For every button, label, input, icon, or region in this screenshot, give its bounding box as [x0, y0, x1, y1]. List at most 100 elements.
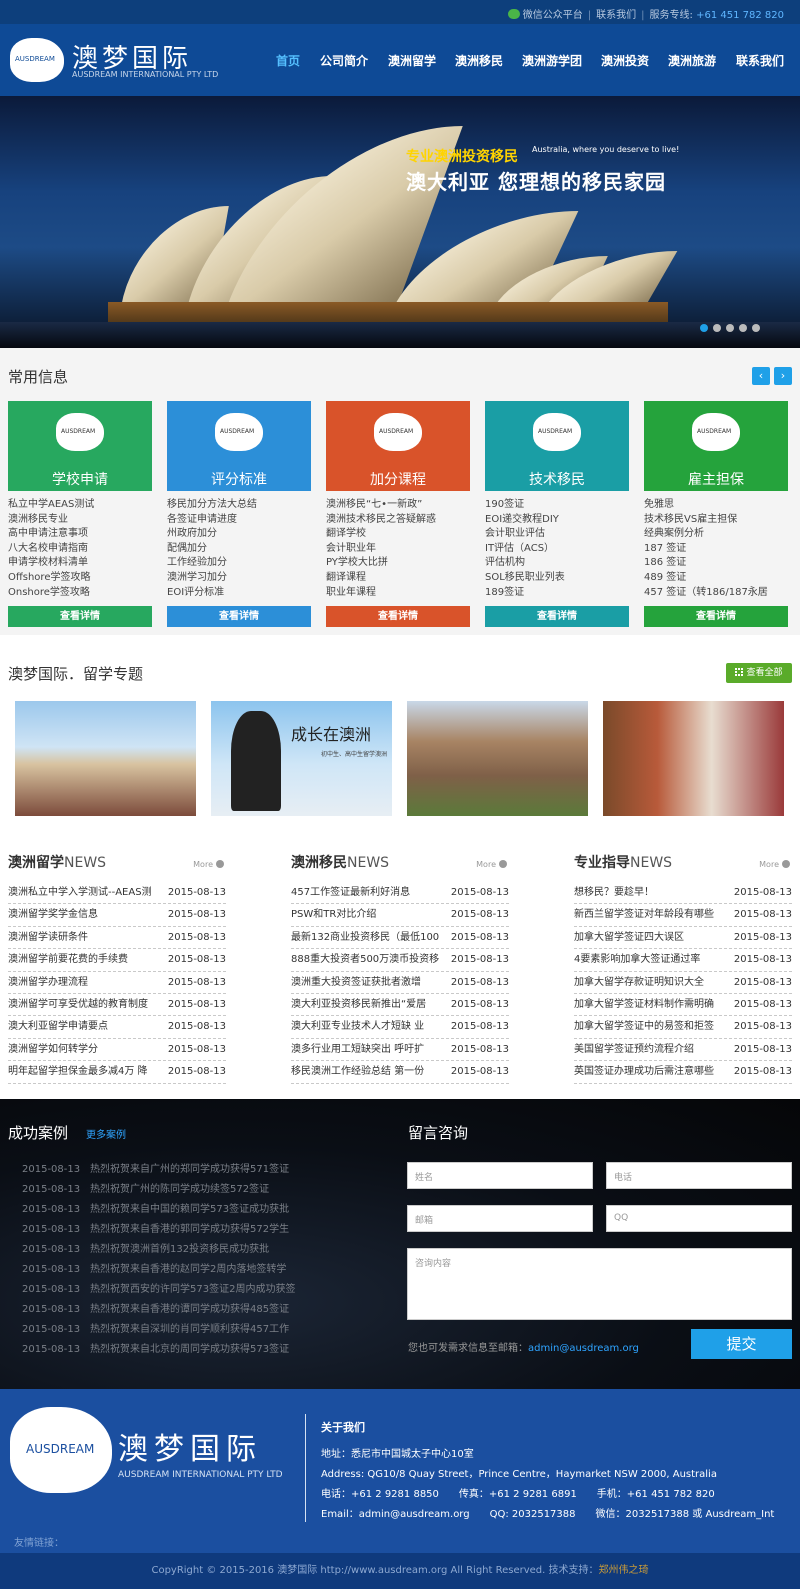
news-item[interactable]: 加拿大留学签证中的易签和拒签 2015-08-13 — [574, 1016, 792, 1039]
card-link[interactable]: 457 签证（转186/187永居 — [644, 586, 788, 601]
card-link[interactable]: 186 签证 — [644, 556, 788, 571]
study-photo-graduate[interactable]: 成长在澳洲 初中生、高中生留学澳洲 — [211, 701, 392, 816]
news-item[interactable]: 澳大利亚留学申请要点 2015-08-13 — [8, 1016, 226, 1039]
case-item[interactable]: 2015-08-13 热烈祝贺来自广州的郑同学成功获得571签证 — [22, 1160, 289, 1175]
view-details-button[interactable]: 查看详情 — [167, 606, 311, 627]
news-item[interactable]: 澳多行业用工短缺突出 呼吁扩 2015-08-13 — [291, 1039, 509, 1062]
card-link[interactable]: 各签证申请进度 — [167, 513, 311, 528]
card-link[interactable]: 经典案例分析 — [644, 527, 788, 542]
qq-field[interactable]: QQ — [606, 1205, 792, 1232]
news-item[interactable]: 移民澳洲工作经验总结 第一份 2015-08-13 — [291, 1061, 509, 1084]
case-item[interactable]: 2015-08-13 热烈祝贺西安的许同学573签证2周内成功获签 — [22, 1280, 295, 1295]
case-item[interactable]: 2015-08-13 热烈祝贺来自北京的周同学成功获得573签证 — [22, 1340, 289, 1355]
news-item[interactable]: 加拿大留学存款证明知识大全 2015-08-13 — [574, 972, 792, 994]
slider-dot[interactable] — [739, 324, 747, 332]
card-link[interactable]: 州政府加分 — [167, 527, 311, 542]
news-item[interactable]: 澳洲留学奖学金信息 2015-08-13 — [8, 904, 226, 927]
news-item[interactable]: 888重大投资者500万澳币投资移 2015-08-13 — [291, 949, 509, 972]
message-email-link[interactable]: admin@ausdream.org — [528, 1343, 639, 1354]
card-link[interactable]: Offshore学签攻略 — [8, 571, 152, 586]
nav-home[interactable]: 首页 — [276, 52, 300, 69]
card-link[interactable]: 私立中学AEAS测试 — [8, 498, 152, 513]
view-details-button[interactable]: 查看详情 — [326, 606, 470, 627]
news-item[interactable]: 英国签证办理成功后需注意哪些 2015-08-13 — [574, 1061, 792, 1084]
news-item[interactable]: 美国留学签证预约流程介绍 2015-08-13 — [574, 1039, 792, 1062]
card-link[interactable]: 翻译学校 — [326, 527, 470, 542]
card-header[interactable]: AUSDREAM 评分标准 — [167, 401, 311, 491]
news-item[interactable]: 澳洲留学前要花费的手续费 2015-08-13 — [8, 949, 226, 972]
news-item[interactable]: 最新132商业投资移民（最低100 2015-08-13 — [291, 927, 509, 950]
case-item[interactable]: 2015-08-13 热烈祝贺来自中国的赖同学573签证成功获批 — [22, 1200, 289, 1215]
card-link[interactable]: 190签证 — [485, 498, 629, 513]
info-prev-button[interactable]: ‹ — [752, 367, 770, 385]
card-link[interactable]: 翻译课程 — [326, 571, 470, 586]
tech-support-link[interactable]: 郑州伟之琦 — [599, 1565, 649, 1576]
email-field[interactable]: 邮箱 — [407, 1205, 593, 1232]
news-item[interactable]: 澳大利亚投资移民新推出“爱居 2015-08-13 — [291, 994, 509, 1017]
nav-about[interactable]: 公司简介 — [320, 52, 368, 69]
nav-study[interactable]: 澳洲留学 — [388, 52, 436, 69]
card-header[interactable]: AUSDREAM 雇主担保 — [644, 401, 788, 491]
news-item[interactable]: 加拿大留学签证四大误区 2015-08-13 — [574, 927, 792, 950]
news-item[interactable]: 澳洲留学可享受优越的教育制度 2015-08-13 — [8, 994, 226, 1017]
nav-contact[interactable]: 联系我们 — [736, 52, 784, 69]
card-link[interactable]: PY学校大比拼 — [326, 556, 470, 571]
news-study-more[interactable]: More — [193, 860, 224, 869]
card-link[interactable]: 澳洲技术移民之答疑解惑 — [326, 513, 470, 528]
card-link[interactable]: IT评估（ACS） — [485, 542, 629, 557]
card-link[interactable]: 评估机构 — [485, 556, 629, 571]
card-link[interactable]: 工作经验加分 — [167, 556, 311, 571]
card-header[interactable]: AUSDREAM 加分课程 — [326, 401, 470, 491]
news-item[interactable]: 想移民？要趁早！ 2015-08-13 — [574, 882, 792, 905]
card-link[interactable]: 八大名校申请指南 — [8, 542, 152, 557]
news-item[interactable]: 新西兰留学签证对年龄段有哪些 2015-08-13 — [574, 904, 792, 927]
card-link[interactable]: EOI评分标准 — [167, 586, 311, 601]
news-item[interactable]: 澳洲留学办理流程 2015-08-13 — [8, 972, 226, 994]
card-link[interactable]: 配偶加分 — [167, 542, 311, 557]
card-link[interactable]: 澳洲移民专业 — [8, 513, 152, 528]
card-link[interactable]: 免雅思 — [644, 498, 788, 513]
cases-more-link[interactable]: 更多案例 — [86, 1126, 126, 1141]
news-item[interactable]: 4要素影响加拿大签证通过率 2015-08-13 — [574, 949, 792, 972]
view-details-button[interactable]: 查看详情 — [644, 606, 788, 627]
study-photo-students[interactable] — [15, 701, 196, 816]
card-link[interactable]: 移民加分方法大总结 — [167, 498, 311, 513]
card-link[interactable]: 会计职业评估 — [485, 527, 629, 542]
card-link[interactable]: 489 签证 — [644, 571, 788, 586]
news-guidance-more[interactable]: More — [759, 860, 790, 869]
card-link[interactable]: EOI递交教程DIY — [485, 513, 629, 528]
news-item[interactable]: 澳大利亚专业技术人才短缺 业 2015-08-13 — [291, 1016, 509, 1039]
study-photo-university[interactable] — [407, 701, 588, 816]
news-item[interactable]: 澳洲重大投资签证获批者激增 2015-08-13 — [291, 972, 509, 994]
news-item[interactable]: 澳洲留学如何转学分 2015-08-13 — [8, 1039, 226, 1062]
card-link[interactable]: 职业年课程 — [326, 586, 470, 601]
nav-study-tour[interactable]: 澳洲游学团 — [522, 52, 582, 69]
card-link[interactable]: SOL移民职业列表 — [485, 571, 629, 586]
submit-button[interactable]: 提交 — [691, 1329, 792, 1359]
nav-immigration[interactable]: 澳洲移民 — [455, 52, 503, 69]
case-item[interactable]: 2015-08-13 热烈祝贺澳洲首例132投资移民成功获批 — [22, 1240, 269, 1255]
study-photo-classroom[interactable] — [603, 701, 784, 816]
case-item[interactable]: 2015-08-13 热烈祝贺来自深圳的肖同学顺利获得457工作 — [22, 1320, 289, 1335]
news-item[interactable]: 澳洲留学读研条件 2015-08-13 — [8, 927, 226, 950]
news-item[interactable]: 澳洲私立中学入学测试--AEAS测 2015-08-13 — [8, 882, 226, 905]
content-field[interactable]: 咨询内容 — [407, 1248, 792, 1320]
wechat-link[interactable]: 微信公众平台 — [523, 10, 583, 21]
card-link[interactable]: 187 签证 — [644, 542, 788, 557]
case-item[interactable]: 2015-08-13 热烈祝贺来自香港的谭同学成功获得485签证 — [22, 1300, 289, 1315]
view-details-button[interactable]: 查看详情 — [485, 606, 629, 627]
slider-dot[interactable] — [700, 324, 708, 332]
case-item[interactable]: 2015-08-13 热烈祝贺来自香港的郭同学成功获得572学生 — [22, 1220, 289, 1235]
slider-dot[interactable] — [752, 324, 760, 332]
card-link[interactable]: Onshore学签攻略 — [8, 586, 152, 601]
card-link[interactable]: 189签证 — [485, 586, 629, 601]
info-next-button[interactable]: › — [774, 367, 792, 385]
card-header[interactable]: AUSDREAM 技术移民 — [485, 401, 629, 491]
view-details-button[interactable]: 查看详情 — [8, 606, 152, 627]
card-link[interactable]: 澳洲学习加分 — [167, 571, 311, 586]
nav-travel[interactable]: 澳洲旅游 — [668, 52, 716, 69]
news-immigration-more[interactable]: More — [476, 860, 507, 869]
news-item[interactable]: 457工作签证最新利好消息 2015-08-13 — [291, 882, 509, 905]
slider-dot[interactable] — [713, 324, 721, 332]
name-field[interactable]: 姓名 — [407, 1162, 593, 1189]
